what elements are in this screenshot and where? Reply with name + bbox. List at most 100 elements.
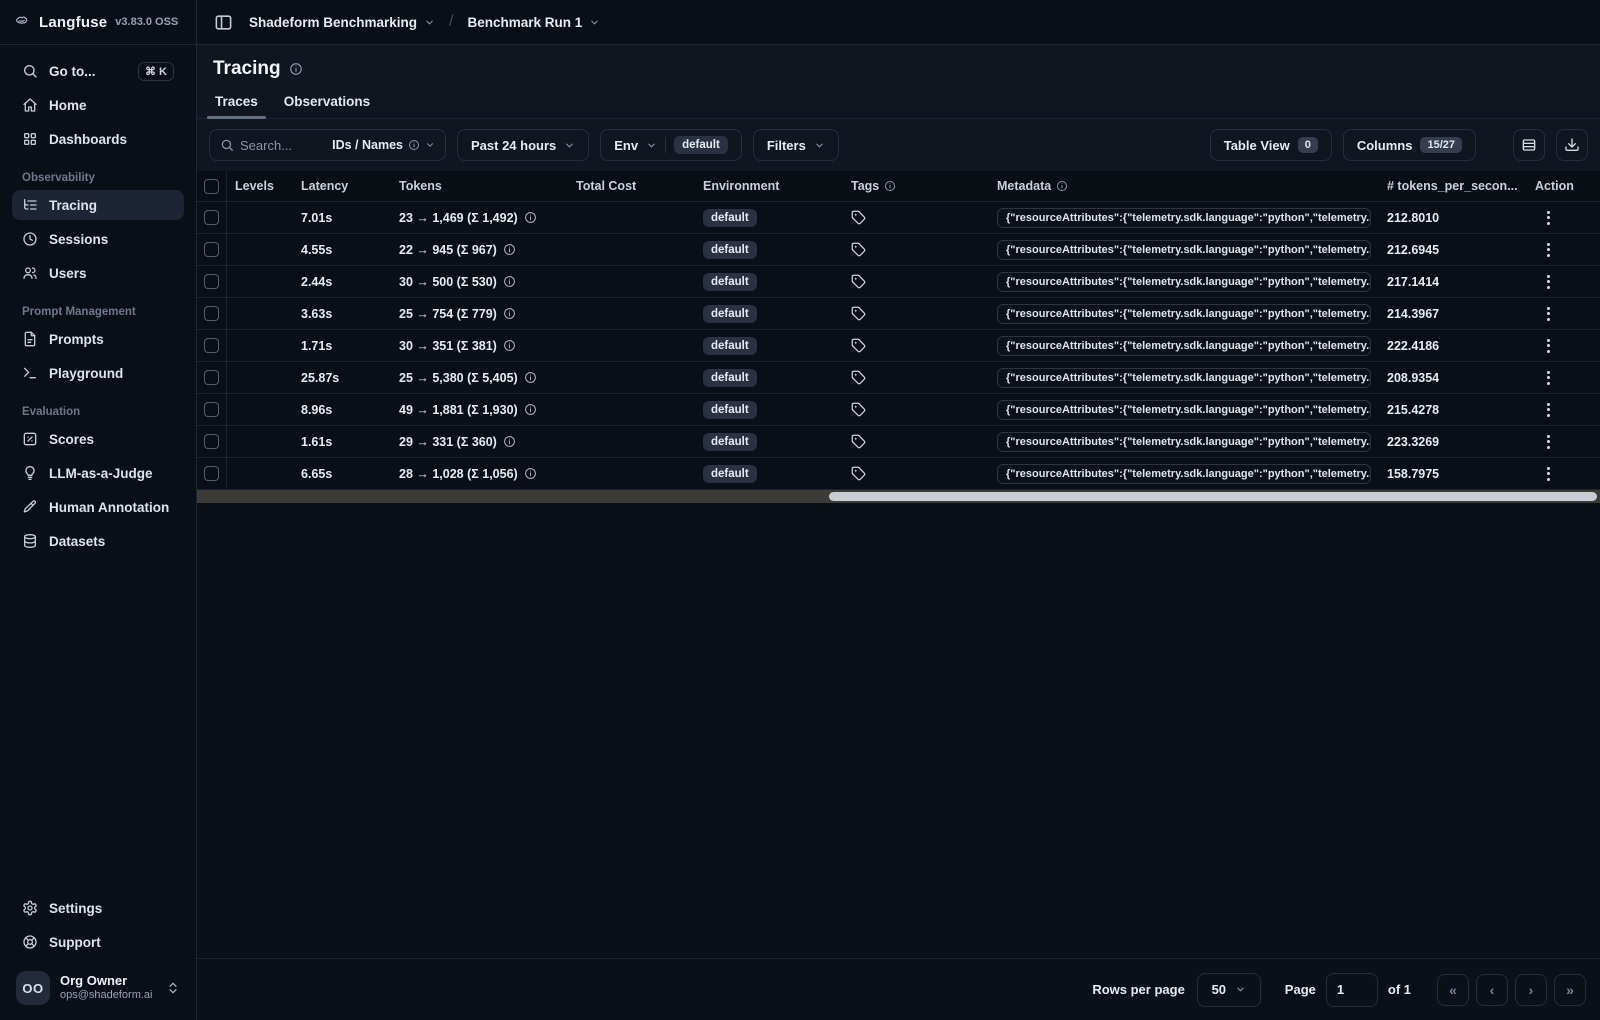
sidebar-item-datasets[interactable]: Datasets bbox=[12, 526, 184, 556]
page-number-input[interactable] bbox=[1325, 972, 1378, 1007]
kebab-menu-button[interactable] bbox=[1541, 365, 1556, 391]
table-view-button[interactable]: Table View 0 bbox=[1209, 129, 1332, 161]
tag-icon[interactable] bbox=[851, 306, 866, 321]
row-checkbox[interactable] bbox=[204, 210, 219, 225]
kebab-menu-button[interactable] bbox=[1541, 333, 1556, 359]
metadata-value[interactable]: {"resourceAttributes":{"telemetry.sdk.la… bbox=[997, 335, 1371, 356]
horizontal-scrollbar-thumb[interactable] bbox=[829, 492, 1597, 501]
search-scope-dropdown[interactable]: IDs / Names bbox=[332, 138, 435, 152]
row-checkbox[interactable] bbox=[204, 370, 219, 385]
filters-button[interactable]: Filters bbox=[752, 129, 839, 161]
table-row[interactable]: 7.01s 23 → 1,469 (Σ 1,492) default {"res… bbox=[197, 202, 1600, 234]
row-checkbox[interactable] bbox=[204, 274, 219, 289]
info-icon[interactable] bbox=[524, 467, 537, 480]
metadata-value[interactable]: {"resourceAttributes":{"telemetry.sdk.la… bbox=[997, 431, 1371, 452]
info-icon[interactable] bbox=[503, 275, 516, 288]
metadata-value[interactable]: {"resourceAttributes":{"telemetry.sdk.la… bbox=[997, 271, 1371, 292]
first-page-button[interactable]: « bbox=[1437, 973, 1469, 1006]
last-page-button[interactable]: » bbox=[1554, 973, 1586, 1006]
column-header-tokens[interactable]: Tokens bbox=[391, 179, 568, 193]
column-header-action[interactable]: Action bbox=[1527, 179, 1600, 193]
table-row[interactable]: 4.55s 22 → 945 (Σ 967) default {"resourc… bbox=[197, 234, 1600, 266]
sidebar-item-tracing[interactable]: Tracing bbox=[12, 190, 184, 220]
select-all-checkbox[interactable] bbox=[204, 178, 219, 194]
column-header-levels[interactable]: Levels bbox=[227, 179, 293, 193]
kebab-menu-button[interactable] bbox=[1541, 237, 1556, 263]
metadata-value[interactable]: {"resourceAttributes":{"telemetry.sdk.la… bbox=[997, 367, 1371, 388]
previous-page-button[interactable]: ‹ bbox=[1476, 973, 1508, 1006]
column-header-metadata[interactable]: Metadata bbox=[989, 179, 1379, 193]
column-header-latency[interactable]: Latency bbox=[293, 179, 391, 193]
sidebar-item-dashboards[interactable]: Dashboards bbox=[12, 124, 184, 154]
metadata-value[interactable]: {"resourceAttributes":{"telemetry.sdk.la… bbox=[997, 399, 1371, 420]
info-icon[interactable] bbox=[289, 62, 303, 76]
metadata-value[interactable]: {"resourceAttributes":{"telemetry.sdk.la… bbox=[997, 207, 1371, 228]
table-row[interactable]: 6.65s 28 → 1,028 (Σ 1,056) default {"res… bbox=[197, 458, 1600, 490]
info-icon[interactable] bbox=[503, 307, 516, 320]
column-header-tags[interactable]: Tags bbox=[843, 179, 989, 193]
kebab-menu-button[interactable] bbox=[1541, 301, 1556, 327]
kebab-menu-button[interactable] bbox=[1541, 269, 1556, 295]
breadcrumb-project[interactable]: Benchmark Run 1 bbox=[468, 15, 601, 30]
table-row[interactable]: 25.87s 25 → 5,380 (Σ 5,405) default {"re… bbox=[197, 362, 1600, 394]
sidebar-item-support[interactable]: Support bbox=[12, 927, 184, 957]
horizontal-scrollbar-track[interactable] bbox=[197, 490, 1600, 503]
sidebar-item-settings[interactable]: Settings bbox=[12, 893, 184, 923]
account-menu-button[interactable]: OO Org Owner ops@shadeform.ai bbox=[12, 965, 184, 1011]
info-icon[interactable] bbox=[503, 435, 516, 448]
table-row[interactable]: 2.44s 30 → 500 (Σ 530) default {"resourc… bbox=[197, 266, 1600, 298]
tag-icon[interactable] bbox=[851, 434, 866, 449]
table-row[interactable]: 8.96s 49 → 1,881 (Σ 1,930) default {"res… bbox=[197, 394, 1600, 426]
tag-icon[interactable] bbox=[851, 370, 866, 385]
info-icon[interactable] bbox=[503, 243, 516, 256]
search-input[interactable] bbox=[240, 137, 327, 153]
sidebar-item-goto[interactable]: Go to... ⌘ K bbox=[12, 56, 184, 86]
row-checkbox[interactable] bbox=[204, 306, 219, 321]
tag-icon[interactable] bbox=[851, 274, 866, 289]
breadcrumb-org[interactable]: Shadeform Benchmarking bbox=[249, 15, 435, 30]
tag-icon[interactable] bbox=[851, 402, 866, 417]
column-header-environment[interactable]: Environment bbox=[695, 179, 843, 193]
kebab-menu-button[interactable] bbox=[1541, 461, 1556, 487]
row-checkbox[interactable] bbox=[204, 242, 219, 257]
sidebar-item-home[interactable]: Home bbox=[12, 90, 184, 120]
next-page-button[interactable]: › bbox=[1515, 973, 1547, 1006]
metadata-value[interactable]: {"resourceAttributes":{"telemetry.sdk.la… bbox=[997, 463, 1371, 484]
column-header-tokens-per-second[interactable]: # tokens_per_secon... bbox=[1379, 179, 1527, 193]
info-icon[interactable] bbox=[524, 211, 537, 224]
time-range-button[interactable]: Past 24 hours bbox=[457, 129, 590, 161]
metadata-value[interactable]: {"resourceAttributes":{"telemetry.sdk.la… bbox=[997, 239, 1371, 260]
tab-observations[interactable]: Observations bbox=[284, 89, 370, 118]
row-checkbox[interactable] bbox=[204, 402, 219, 417]
info-icon[interactable] bbox=[524, 403, 537, 416]
column-header-total-cost[interactable]: Total Cost bbox=[568, 179, 695, 193]
sidebar-item-llm-as-a-judge[interactable]: LLM-as-a-Judge bbox=[12, 458, 184, 488]
table-row[interactable]: 1.61s 29 → 331 (Σ 360) default {"resourc… bbox=[197, 426, 1600, 458]
sidebar-item-playground[interactable]: Playground bbox=[12, 358, 184, 388]
tag-icon[interactable] bbox=[851, 210, 866, 225]
tag-icon[interactable] bbox=[851, 338, 866, 353]
tag-icon[interactable] bbox=[851, 242, 866, 257]
row-checkbox[interactable] bbox=[204, 338, 219, 353]
sidebar-item-scores[interactable]: Scores bbox=[12, 424, 184, 454]
sidebar-item-users[interactable]: Users bbox=[12, 258, 184, 288]
metadata-value[interactable]: {"resourceAttributes":{"telemetry.sdk.la… bbox=[997, 303, 1371, 324]
kebab-menu-button[interactable] bbox=[1541, 205, 1556, 231]
row-checkbox[interactable] bbox=[204, 466, 219, 481]
kebab-menu-button[interactable] bbox=[1541, 429, 1556, 455]
rows-per-page-select[interactable]: 50 bbox=[1196, 972, 1261, 1007]
table-row[interactable]: 3.63s 25 → 754 (Σ 779) default {"resourc… bbox=[197, 298, 1600, 330]
sidebar-item-sessions[interactable]: Sessions bbox=[12, 224, 184, 254]
env-filter-button[interactable]: Env default bbox=[600, 129, 742, 161]
info-icon[interactable] bbox=[524, 371, 537, 384]
tag-icon[interactable] bbox=[851, 466, 866, 481]
download-button[interactable] bbox=[1556, 129, 1588, 161]
sidebar-item-human-annotation[interactable]: Human Annotation bbox=[12, 492, 184, 522]
kebab-menu-button[interactable] bbox=[1541, 397, 1556, 423]
row-height-button[interactable] bbox=[1513, 129, 1545, 161]
sidebar-item-prompts[interactable]: Prompts bbox=[12, 324, 184, 354]
tab-traces[interactable]: Traces bbox=[207, 89, 266, 119]
info-icon[interactable] bbox=[503, 339, 516, 352]
table-row[interactable]: 1.71s 30 → 351 (Σ 381) default {"resourc… bbox=[197, 330, 1600, 362]
row-checkbox[interactable] bbox=[204, 434, 219, 449]
